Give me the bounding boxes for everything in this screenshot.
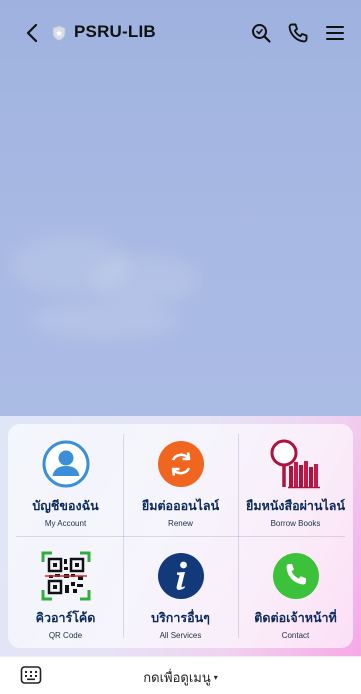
- menu-item-label-en: Contact: [281, 631, 310, 640]
- menu-button[interactable]: [323, 21, 347, 45]
- info-icon: [157, 553, 204, 599]
- caret-down-icon: ▾: [213, 673, 218, 682]
- book-search-icon: [270, 439, 320, 489]
- header-bar: PSRU-LIB: [0, 0, 361, 66]
- cloud-decoration: [90, 255, 200, 305]
- back-button[interactable]: [20, 20, 44, 46]
- phone-call-icon: [272, 553, 319, 599]
- menu-item-contact[interactable]: ติดต่อเจ้าหน้าที่ Contact: [238, 536, 353, 648]
- menu-item-label-en: All Services: [159, 631, 202, 640]
- menu-item-label-th: ติดต่อเจ้าหน้าที่: [254, 611, 337, 625]
- menu-item-all-services[interactable]: บริการอื่นๆ All Services: [123, 536, 238, 648]
- menu-item-label-en: QR Code: [48, 631, 83, 640]
- user-icon: [42, 440, 89, 488]
- search-icon: [252, 24, 271, 43]
- rich-menu-panel: บัญชีของฉัน My Account ยืมต่อออนไลน์ Ren…: [0, 416, 361, 656]
- rich-menu-card: บัญชีของฉัน My Account ยืมต่อออนไลน์ Ren…: [8, 424, 353, 648]
- back-arrow-icon: [26, 23, 38, 43]
- phone-icon: [288, 23, 308, 43]
- menu-item-qr-code[interactable]: คิวอาร์โค้ด QR Code: [8, 536, 123, 648]
- menu-item-label-th: คิวอาร์โค้ด: [35, 611, 96, 625]
- menu-item-borrow-books[interactable]: ยืมหนังสือผ่านไลน์ Borrow Books: [238, 424, 353, 536]
- qr-code-icon: [41, 551, 90, 601]
- shield-badge-icon: [52, 25, 66, 41]
- menu-item-label-en: My Account: [44, 519, 87, 528]
- cloud-decoration: [30, 300, 180, 340]
- tap-menu-label: กดเพื่อดูเมนู: [143, 670, 211, 685]
- menu-item-label-en: Borrow Books: [270, 519, 321, 528]
- renew-icon: [157, 441, 204, 487]
- tap-to-view-menu-button[interactable]: กดเพื่อดูเมนู ▾: [0, 667, 361, 688]
- menu-item-my-account[interactable]: บัญชีของฉัน My Account: [8, 424, 123, 536]
- menu-item-label-th: ยืมหนังสือผ่านไลน์: [246, 499, 345, 513]
- menu-item-renew[interactable]: ยืมต่อออนไลน์ Renew: [123, 424, 238, 536]
- chat-title: PSRU-LIB: [74, 22, 156, 41]
- search-button[interactable]: [249, 21, 273, 45]
- call-button[interactable]: [286, 21, 310, 45]
- menu-item-label-th: บัญชีของฉัน: [32, 499, 99, 513]
- bottom-bar: กดเพื่อดูเมนู ▾: [0, 656, 361, 694]
- menu-item-label-th: บริการอื่นๆ: [151, 611, 210, 625]
- hamburger-menu-icon: [326, 26, 344, 40]
- menu-item-label-th: ยืมต่อออนไลน์: [141, 499, 220, 513]
- menu-item-label-en: Renew: [168, 519, 193, 528]
